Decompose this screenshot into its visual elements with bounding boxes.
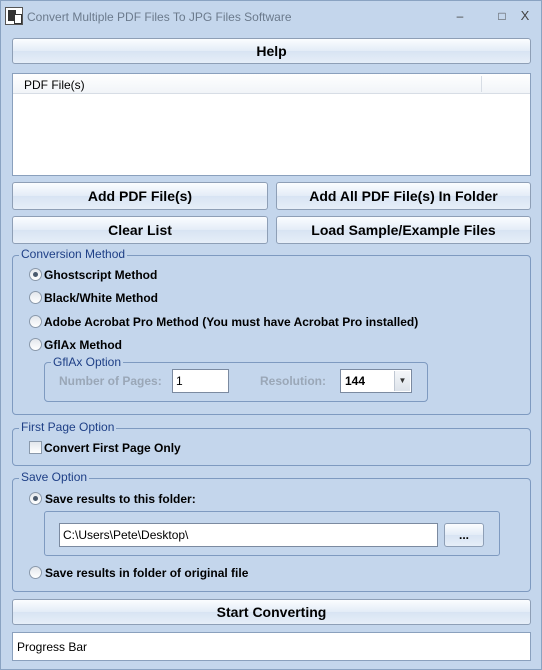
progress-bar-text: Progress Bar xyxy=(17,640,88,654)
app-icon[interactable] xyxy=(5,7,23,25)
acrobat-pro-label[interactable]: Adobe Acrobat Pro Method (You must have … xyxy=(44,315,418,329)
add-pdf-files-button[interactable]: Add PDF File(s) xyxy=(12,182,268,210)
chevron-down-icon[interactable]: ▼ xyxy=(394,371,410,391)
save-in-original-folder-radio[interactable] xyxy=(29,566,42,579)
column-header-pdf-files[interactable]: PDF File(s) xyxy=(24,78,85,92)
browse-folder-button[interactable]: ... xyxy=(444,523,484,547)
main-window: Convert Multiple PDF Files To JPG Files … xyxy=(0,0,542,670)
minimize-button[interactable]: – xyxy=(449,7,471,25)
maximize-button[interactable]: □ xyxy=(491,7,513,25)
save-to-folder-label[interactable]: Save results to this folder: xyxy=(45,492,196,506)
start-converting-button[interactable]: Start Converting xyxy=(12,599,531,625)
add-all-pdf-in-folder-button[interactable]: Add All PDF File(s) In Folder xyxy=(276,182,531,210)
conversion-method-label: Conversion Method xyxy=(19,247,128,261)
black-white-label[interactable]: Black/White Method xyxy=(44,291,158,305)
folder-path-input[interactable]: C:\Users\Pete\Desktop\ xyxy=(59,523,438,547)
gflax-label[interactable]: GflAx Method xyxy=(44,338,122,352)
resolution-value: 144 xyxy=(345,374,366,388)
acrobat-pro-radio[interactable] xyxy=(29,315,42,328)
convert-first-page-checkbox[interactable] xyxy=(29,441,42,454)
gflax-option-label: GflAx Option xyxy=(51,355,124,369)
number-of-pages-label: Number of Pages: xyxy=(59,374,162,388)
save-option-label: Save Option xyxy=(19,470,90,484)
ghostscript-radio[interactable] xyxy=(29,268,42,281)
clear-list-button[interactable]: Clear List xyxy=(12,216,268,244)
ghostscript-label[interactable]: Ghostscript Method xyxy=(44,268,157,282)
save-in-original-folder-label[interactable]: Save results in folder of original file xyxy=(45,566,248,580)
help-button[interactable]: Help xyxy=(12,38,531,64)
pdf-file-list[interactable]: PDF File(s) xyxy=(12,73,531,176)
number-of-pages-input[interactable]: 1 xyxy=(172,369,229,393)
window-title: Convert Multiple PDF Files To JPG Files … xyxy=(27,10,292,24)
list-header: PDF File(s) xyxy=(13,74,530,94)
progress-bar: Progress Bar xyxy=(12,632,531,661)
close-button[interactable]: X xyxy=(514,7,536,25)
save-to-folder-radio[interactable] xyxy=(29,492,42,505)
title-bar: Convert Multiple PDF Files To JPG Files … xyxy=(1,1,541,33)
load-sample-files-button[interactable]: Load Sample/Example Files xyxy=(276,216,531,244)
resolution-label: Resolution: xyxy=(260,374,326,388)
convert-first-page-label[interactable]: Convert First Page Only xyxy=(44,441,181,455)
first-page-option-label: First Page Option xyxy=(19,420,117,434)
black-white-radio[interactable] xyxy=(29,291,42,304)
column-separator[interactable] xyxy=(481,76,482,92)
resolution-select[interactable]: 144 ▼ xyxy=(340,369,412,393)
gflax-radio[interactable] xyxy=(29,338,42,351)
